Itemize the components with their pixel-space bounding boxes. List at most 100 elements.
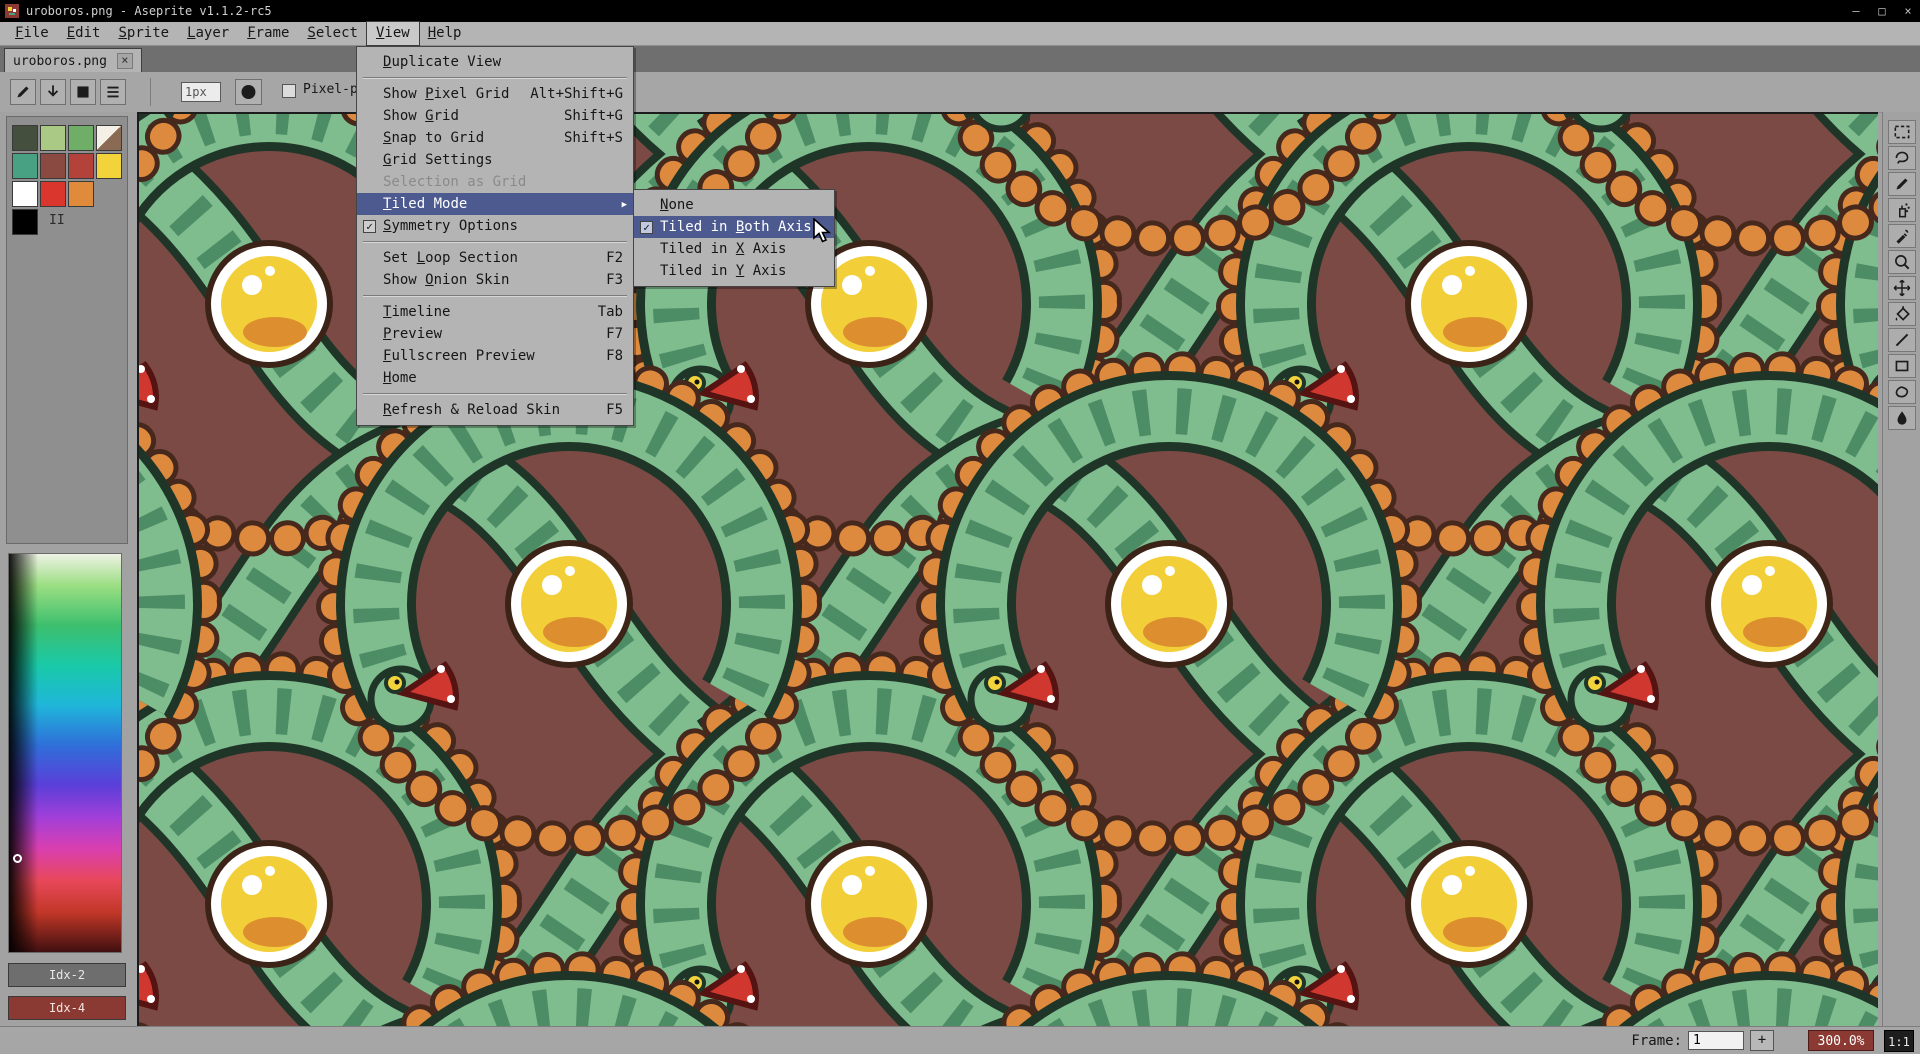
submenu-item-tiled-x-axis[interactable]: Tiled in X Axis	[634, 238, 834, 260]
window-controls: – □ ×	[1848, 0, 1916, 22]
eyedropper-tool-button[interactable]	[1888, 224, 1916, 248]
menu-item-home[interactable]: Home	[357, 367, 633, 389]
palette-marker: II	[49, 213, 65, 228]
menu-item-snap-to-grid[interactable]: Snap to Grid Shift+S	[357, 127, 633, 149]
menubar-item-select[interactable]: Select	[298, 22, 367, 45]
menu-item-duplicate-view[interactable]: Duplicate View	[357, 51, 633, 73]
maximize-button[interactable]: □	[1874, 0, 1890, 22]
palette-swatch[interactable]	[96, 153, 122, 179]
spray-icon	[1890, 200, 1914, 220]
menu-item-grid-settings[interactable]: Grid Settings	[357, 149, 633, 171]
tab-label: uroboros.png	[13, 54, 107, 69]
palette-swatch[interactable]	[12, 125, 38, 151]
background-color-index-button[interactable]: Idx-4	[8, 996, 126, 1020]
status-bar: Frame: + 300.0% 1:1	[0, 1026, 1920, 1054]
arrow-down-icon	[43, 82, 63, 102]
brush-type-button[interactable]	[235, 79, 262, 105]
zoom-indicator[interactable]: 300.0%	[1808, 1030, 1874, 1051]
menu-item-symmetry-options[interactable]: ✓ Symmetry Options	[357, 215, 633, 237]
palette-swatch[interactable]	[68, 181, 94, 207]
palette-swatch[interactable]	[40, 181, 66, 207]
palette-swatch[interactable]	[40, 153, 66, 179]
rectangular-marquee-tool-button[interactable]	[1888, 120, 1916, 144]
rectangle-tool-button[interactable]	[1888, 354, 1916, 378]
check-icon: ✓	[363, 220, 376, 233]
menu-separator	[363, 295, 627, 297]
menu-item-fullscreen-preview[interactable]: Fullscreen Preview F8	[357, 345, 633, 367]
menu-item-show-grid[interactable]: Show Grid Shift+G	[357, 105, 633, 127]
tool-column	[1882, 112, 1920, 1026]
menu-item-timeline[interactable]: Timeline Tab	[357, 301, 633, 323]
submenu-arrow-icon: ▶	[622, 194, 627, 216]
color-spectrum[interactable]	[8, 553, 122, 953]
menubar-item-layer[interactable]: Layer	[178, 22, 238, 45]
rectangular-marquee-icon	[1890, 122, 1914, 142]
palette-box: II	[6, 116, 128, 544]
palette-swatch[interactable]	[12, 153, 38, 179]
list-option-button[interactable]	[100, 79, 126, 105]
palette-grid	[12, 125, 124, 235]
paint-bucket-icon	[1890, 304, 1914, 324]
list-icon	[103, 82, 123, 102]
menu-item-refresh-reload-skin[interactable]: Refresh & Reload Skin F5	[357, 399, 633, 421]
square-option-button[interactable]	[70, 79, 96, 105]
line-tool-button[interactable]	[1888, 328, 1916, 352]
move-icon	[1890, 278, 1914, 298]
tab-close-icon[interactable]: ×	[117, 53, 133, 69]
menu-item-set-loop-section[interactable]: Set Loop Section F2	[357, 247, 633, 269]
menubar-item-sprite[interactable]: Sprite	[109, 22, 178, 45]
close-button[interactable]: ×	[1900, 0, 1916, 22]
blur-icon	[1890, 408, 1914, 428]
palette-swatch[interactable]	[40, 125, 66, 151]
pencil-tool-button[interactable]	[1888, 172, 1916, 196]
spray-tool-button[interactable]	[1888, 198, 1916, 222]
window-title: uroboros.png - Aseprite v1.1.2-rc5	[26, 0, 272, 22]
menubar: File Edit Sprite Layer Frame Select View…	[0, 22, 1920, 46]
brush-size-input[interactable]	[181, 82, 221, 102]
lasso-icon	[1890, 148, 1914, 168]
pixel-ratio-button[interactable]: 1:1	[1884, 1030, 1914, 1052]
paint-bucket-tool-button[interactable]	[1888, 302, 1916, 326]
context-bar-divider	[150, 78, 151, 106]
dither-option-button[interactable]	[40, 79, 66, 105]
tab-uroboros[interactable]: uroboros.png ×	[4, 48, 142, 73]
frame-label: Frame:	[1631, 1033, 1682, 1049]
blur-tool-button[interactable]	[1888, 406, 1916, 430]
foreground-color-index-button[interactable]: Idx-2	[8, 963, 126, 987]
brush-option-button[interactable]	[10, 79, 36, 105]
contour-tool-button[interactable]	[1888, 380, 1916, 404]
palette-swatch[interactable]	[96, 125, 122, 151]
move-tool-button[interactable]	[1888, 276, 1916, 300]
titlebar: uroboros.png - Aseprite v1.1.2-rc5 – □ ×	[0, 0, 1920, 22]
pixel-perfect-checkbox[interactable]	[282, 84, 296, 98]
left-panel: II Idx-2 Idx-4	[0, 112, 137, 1026]
pencil-icon	[1890, 174, 1914, 194]
menu-item-show-onion-skin[interactable]: Show Onion Skin F3	[357, 269, 633, 291]
submenu-item-none[interactable]: None	[634, 194, 834, 216]
add-frame-button[interactable]: +	[1750, 1030, 1774, 1051]
menubar-item-help[interactable]: Help	[419, 22, 471, 45]
lasso-tool-button[interactable]	[1888, 146, 1916, 170]
submenu-item-tiled-y-axis[interactable]: Tiled in Y Axis	[634, 260, 834, 282]
pencil-icon	[13, 82, 33, 102]
frame-number-input[interactable]	[1688, 1031, 1744, 1050]
menu-item-preview[interactable]: Preview F7	[357, 323, 633, 345]
submenu-item-tiled-both-axis[interactable]: ✓ Tiled in Both Axis	[634, 216, 834, 238]
contour-icon	[1890, 382, 1914, 402]
palette-swatch[interactable]	[68, 153, 94, 179]
palette-swatch[interactable]	[12, 209, 38, 235]
filled-square-icon	[73, 82, 93, 102]
menubar-item-file[interactable]: File	[6, 22, 58, 45]
view-menu-dropdown: Duplicate View Show Pixel Grid Alt+Shift…	[356, 46, 634, 426]
zoom-tool-button[interactable]	[1888, 250, 1916, 274]
zoom-icon	[1890, 252, 1914, 272]
palette-swatch[interactable]	[68, 125, 94, 151]
frame-cluster: Frame: + 300.0%	[1631, 1030, 1874, 1051]
menu-item-show-pixel-grid[interactable]: Show Pixel Grid Alt+Shift+G	[357, 83, 633, 105]
palette-swatch[interactable]	[12, 181, 38, 207]
menubar-item-view[interactable]: View	[367, 22, 419, 45]
menu-item-tiled-mode[interactable]: Tiled Mode ▶	[357, 193, 633, 215]
menubar-item-frame[interactable]: Frame	[238, 22, 298, 45]
menubar-item-edit[interactable]: Edit	[58, 22, 110, 45]
minimize-button[interactable]: –	[1848, 0, 1864, 22]
